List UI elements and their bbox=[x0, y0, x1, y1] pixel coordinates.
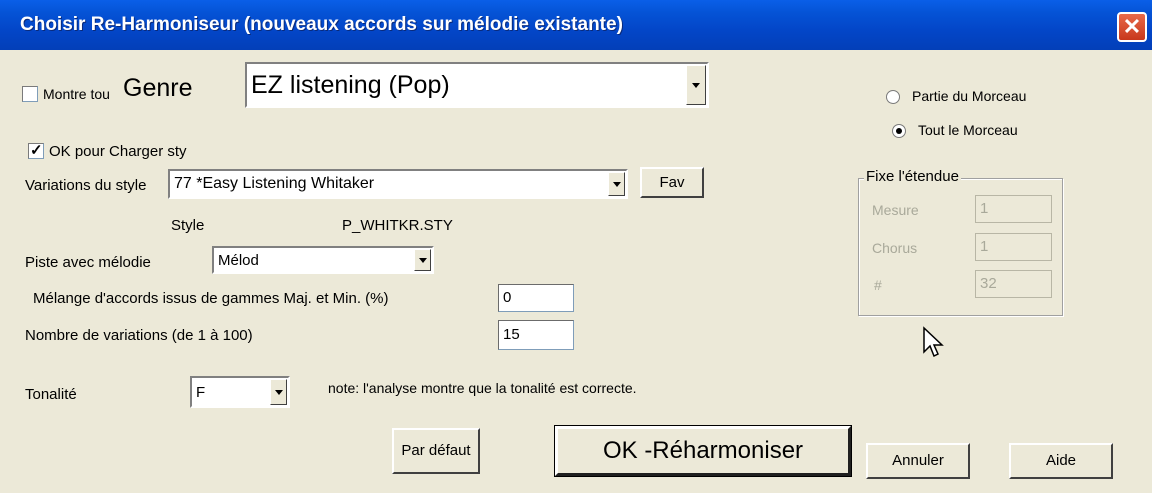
genre-label: Genre bbox=[123, 74, 193, 102]
chorus-input[interactable]: 1 bbox=[975, 233, 1052, 261]
key-select[interactable]: F bbox=[190, 376, 290, 408]
count-label: # bbox=[874, 277, 882, 293]
radio-selected-dot bbox=[896, 128, 902, 134]
melody-track-select[interactable]: Mélod bbox=[212, 246, 434, 274]
default-button[interactable]: Par défaut bbox=[392, 428, 480, 474]
count-input[interactable]: 32 bbox=[975, 270, 1052, 298]
measure-label: Mesure bbox=[872, 202, 919, 218]
part-of-song-label: Partie du Morceau bbox=[912, 88, 1027, 104]
show-all-checkbox[interactable] bbox=[22, 86, 38, 102]
show-all-label: Montre tou bbox=[43, 86, 110, 102]
measure-input[interactable]: 1 bbox=[975, 195, 1052, 223]
genre-value: EZ listening (Pop) bbox=[251, 71, 450, 99]
load-style-checkbox[interactable]: ✓ bbox=[28, 142, 44, 159]
key-label: Tonalité bbox=[25, 386, 77, 403]
style-file-value: P_WHITKR.STY bbox=[342, 217, 453, 234]
range-group-title: Fixe l'étendue bbox=[864, 168, 961, 185]
melody-track-label: Piste avec mélodie bbox=[25, 254, 151, 271]
mouse-pointer-icon bbox=[923, 326, 944, 358]
chevron-down-icon[interactable] bbox=[414, 249, 431, 271]
key-value: F bbox=[196, 384, 206, 401]
style-variations-label: Variations du style bbox=[25, 177, 147, 194]
ok-reharmonize-button[interactable]: OK -Réharmoniser bbox=[554, 425, 852, 477]
chevron-down-icon[interactable] bbox=[270, 379, 287, 405]
num-variations-value: 15 bbox=[503, 326, 520, 343]
mix-chords-input[interactable]: 0 bbox=[498, 284, 574, 312]
checkmark-icon: ✓ bbox=[30, 142, 43, 159]
chorus-label: Chorus bbox=[872, 240, 918, 256]
measure-value: 1 bbox=[980, 200, 989, 217]
favorite-button[interactable]: Fav bbox=[640, 167, 704, 198]
count-value: 32 bbox=[980, 275, 997, 292]
help-button[interactable]: Aide bbox=[1009, 443, 1113, 479]
close-button[interactable]: ✕ bbox=[1117, 12, 1147, 42]
chevron-down-icon[interactable] bbox=[686, 65, 706, 105]
mix-chords-label: Mélange d'accords issus de gammes Maj. e… bbox=[33, 290, 389, 307]
cancel-button[interactable]: Annuler bbox=[866, 443, 970, 479]
genre-select[interactable]: EZ listening (Pop) bbox=[245, 62, 709, 108]
melody-track-value: Mélod bbox=[218, 252, 259, 269]
whole-song-radio[interactable] bbox=[892, 124, 906, 138]
window-title: Choisir Re-Harmoniseur (nouveaux accords… bbox=[20, 14, 623, 35]
style-variations-select[interactable]: 77 *Easy Listening Whitaker bbox=[168, 169, 628, 199]
chevron-down-icon[interactable] bbox=[608, 172, 625, 196]
mix-chords-value: 0 bbox=[503, 289, 512, 306]
reharmonizer-dialog: Choisir Re-Harmoniseur (nouveaux accords… bbox=[0, 0, 1152, 493]
part-of-song-radio[interactable] bbox=[886, 90, 900, 104]
num-variations-label: Nombre de variations (de 1 à 100) bbox=[25, 327, 253, 344]
style-file-label: Style bbox=[171, 217, 205, 234]
chorus-value: 1 bbox=[980, 238, 989, 255]
close-icon: ✕ bbox=[1122, 14, 1142, 39]
load-style-label: OK pour Charger sty bbox=[49, 143, 187, 160]
whole-song-label: Tout le Morceau bbox=[918, 122, 1018, 138]
key-analysis-note: note: l'analyse montre que la tonalité e… bbox=[328, 380, 637, 396]
num-variations-input[interactable]: 15 bbox=[498, 320, 574, 350]
title-bar[interactable]: Choisir Re-Harmoniseur (nouveaux accords… bbox=[0, 0, 1152, 50]
style-variations-value: 77 *Easy Listening Whitaker bbox=[174, 175, 375, 192]
